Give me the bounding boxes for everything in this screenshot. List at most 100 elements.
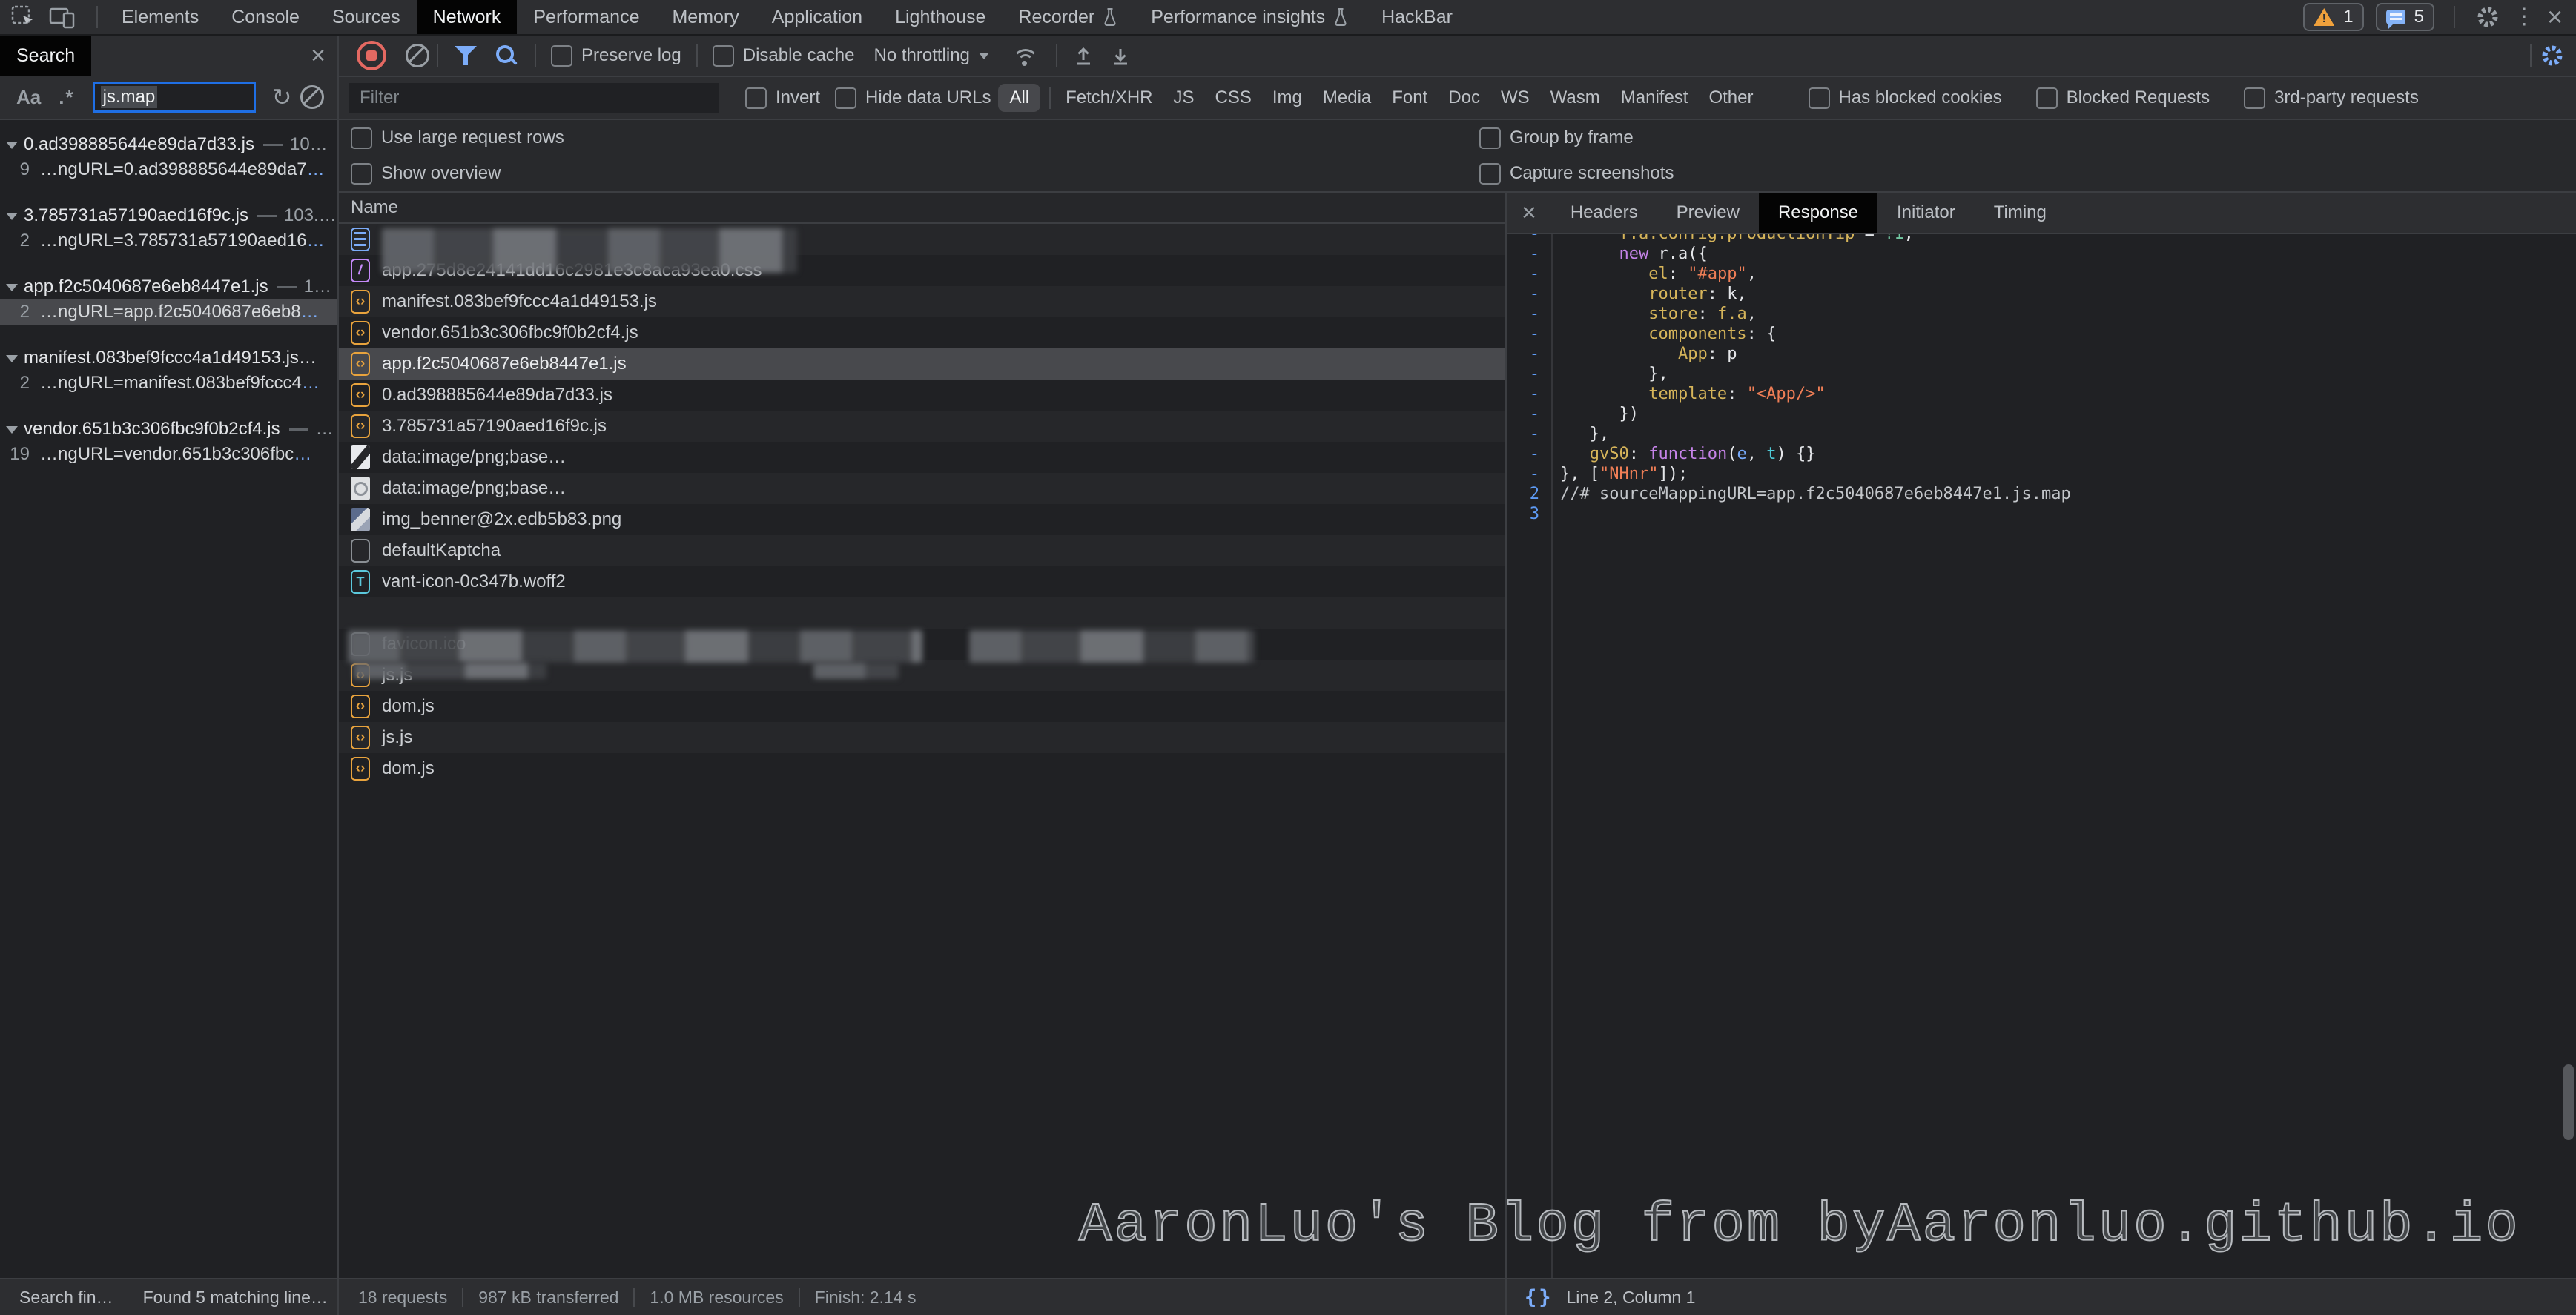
response-tab-initiator[interactable]: Initiator [1877,193,1975,233]
tab-memory[interactable]: Memory [655,0,755,34]
tab-elements[interactable]: Elements [105,0,215,34]
disable-cache-checkbox[interactable]: Disable cache [713,45,855,67]
search-result-file[interactable]: app.f2c5040687e6eb8447e1.js1… [0,274,337,299]
filter-type-all[interactable]: All [998,84,1040,112]
show-overview-checkbox[interactable]: Show overview [351,163,501,185]
filter-type-doc[interactable]: Doc [1448,87,1480,108]
network-filter-input[interactable]: Filter [349,83,719,113]
tab-sources[interactable]: Sources [316,0,417,34]
search-close-icon[interactable]: × [311,42,337,70]
search-panel-tab[interactable]: Search [0,36,91,76]
filter-type-js[interactable]: JS [1174,87,1195,108]
response-tab-response[interactable]: Response [1759,193,1877,233]
format-code-icon[interactable]: {} [1525,1286,1553,1309]
refresh-search-icon[interactable]: ↻ [272,83,292,111]
tab-console[interactable]: Console [215,0,316,34]
filter-type-ws[interactable]: WS [1501,87,1530,108]
collapse-triangle-icon[interactable] [6,213,18,226]
request-row[interactable]: dom.js [339,691,1505,722]
inspect-icon[interactable] [10,4,36,30]
filter-type-font[interactable]: Font [1392,87,1427,108]
filter-type-img[interactable]: Img [1272,87,1302,108]
filter-funnel-icon[interactable] [455,46,477,65]
filter-type-fetch-xhr[interactable]: Fetch/XHR [1066,87,1152,108]
collapse-triangle-icon[interactable] [6,355,18,368]
search-network-icon[interactable] [495,44,518,67]
request-row[interactable]: data:image/png;base… [339,442,1505,473]
clear-search-icon[interactable] [300,85,324,109]
request-row[interactable]: img_benner@2x.edb5b83.png [339,504,1505,535]
search-match-line[interactable]: 2…ngURL=manifest.083bef9fccc4… [0,371,337,396]
network-conditions-icon[interactable] [1010,44,1040,67]
filter-type-media[interactable]: Media [1323,87,1371,108]
group-by-frame-checkbox[interactable]: Group by frame [1479,127,1634,149]
tab-performance-insights[interactable]: Performance insights [1135,0,1365,34]
search-match-line[interactable]: 19…ngURL=vendor.651b3c306fbc… [0,442,337,467]
filter-type-wasm[interactable]: Wasm [1550,87,1600,108]
search-result-file[interactable]: 0.ad398885644e89da7d33.js10… [0,132,337,157]
capture-screenshots-checkbox[interactable]: Capture screenshots [1479,163,1674,185]
filter-type-manifest[interactable]: Manifest [1621,87,1688,108]
collapse-triangle-icon[interactable] [6,284,18,297]
tab-network[interactable]: Network [417,0,518,34]
settings-gear-icon[interactable] [2474,4,2501,30]
response-code-area[interactable]: - f.a.config.productionTip = !1,- new r.… [1507,234,2576,1278]
has-blocked-cookies-checkbox[interactable]: Has blocked cookies [1809,87,2002,109]
request-row[interactable] [339,597,1505,629]
tab-hackbar[interactable]: HackBar [1365,0,1469,34]
response-tab-preview[interactable]: Preview [1657,193,1759,233]
request-row[interactable]: vant-icon-0c347b.woff2 [339,566,1505,597]
regex-toggle[interactable]: .* [59,86,74,109]
response-tab-headers[interactable]: Headers [1551,193,1657,233]
export-har-icon[interactable] [1109,44,1132,67]
search-match-line[interactable]: 9…ngURL=0.ad398885644e89da7… [0,157,337,182]
messages-badge[interactable]: 5 [2376,3,2434,31]
record-network-log-button[interactable] [357,41,386,70]
third-party-requests-checkbox[interactable]: 3rd-party requests [2244,87,2419,109]
scrollbar-thumb[interactable] [2563,1064,2574,1140]
tab-recorder[interactable]: Recorder [1002,0,1135,34]
search-input[interactable]: js.map [93,82,256,113]
hide-data-urls-checkbox[interactable]: Hide data URLs [835,87,991,109]
search-query-text: js.map [101,86,158,108]
request-row[interactable]: defaultKaptcha [339,535,1505,566]
search-result-file[interactable]: 3.785731a57190aed16f9c.js103.… [0,203,337,228]
request-row[interactable]: js.js [339,722,1505,753]
request-row[interactable]: vendor.651b3c306fbc9f0b2cf4.js [339,317,1505,348]
collapse-triangle-icon[interactable] [6,142,18,155]
collapse-triangle-icon[interactable] [6,426,18,440]
cursor-position: Line 2, Column 1 [1567,1288,1696,1308]
request-row[interactable]: data:image/png;base… [339,473,1505,504]
checkbox [1479,163,1501,185]
request-row[interactable]: 0.ad398885644e89da7d33.js [339,380,1505,411]
device-toolbar-icon[interactable] [49,4,76,30]
import-har-icon[interactable] [1072,44,1094,67]
throttling-select[interactable]: No throttling [873,45,988,66]
invert-checkbox[interactable]: Invert [745,87,820,109]
network-settings-gear-icon[interactable] [2539,42,2566,69]
match-case-toggle[interactable]: Aa [16,86,41,109]
request-row[interactable]: 3.785731a57190aed16f9c.js [339,411,1505,442]
warnings-badge[interactable]: ! 1 [2303,3,2363,31]
search-match-line[interactable]: 2…ngURL=app.f2c5040687e6eb8… [0,299,337,325]
request-row[interactable]: app.f2c5040687e6eb8447e1.js [339,348,1505,380]
name-column-header[interactable]: Name [339,193,1505,224]
search-match-line[interactable]: 2…ngURL=3.785731a57190aed16… [0,228,337,254]
more-menu-icon[interactable]: ⋮ [2513,6,2535,28]
preserve-log-checkbox[interactable]: Preserve log [551,45,681,67]
search-result-file[interactable]: manifest.083bef9fccc4a1d49153.js… [0,345,337,371]
request-row[interactable]: dom.js [339,753,1505,784]
use-large-request-rows-checkbox[interactable]: Use large request rows [351,127,564,149]
tab-performance[interactable]: Performance [517,0,655,34]
close-response-icon[interactable]: × [1507,199,1551,228]
filter-type-css[interactable]: CSS [1215,87,1252,108]
clear-network-log-icon[interactable] [406,44,429,67]
tab-lighthouse[interactable]: Lighthouse [879,0,1002,34]
tab-application[interactable]: Application [756,0,879,34]
blocked-requests-checkbox[interactable]: Blocked Requests [2036,87,2210,109]
close-devtools-icon[interactable]: × [2547,4,2563,30]
search-result-file[interactable]: vendor.651b3c306fbc9f0b2cf4.js… [0,417,337,442]
response-tab-timing[interactable]: Timing [1975,193,2066,233]
filter-type-other[interactable]: Other [1708,87,1753,108]
request-row[interactable]: manifest.083bef9fccc4a1d49153.js [339,286,1505,317]
